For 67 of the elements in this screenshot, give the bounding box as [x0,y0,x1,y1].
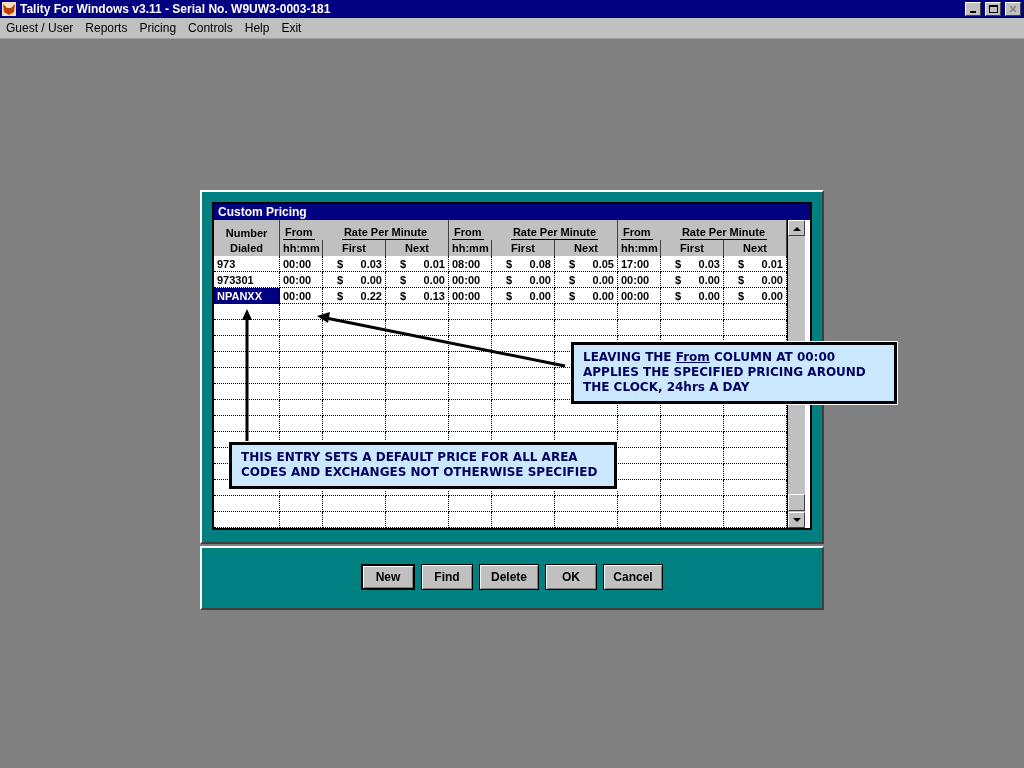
table-cell: 00:00 [618,288,661,304]
minimize-button[interactable] [965,2,981,16]
table-cell: $ 0.00 [724,288,787,304]
menu-item[interactable]: Reports [85,21,128,35]
menu-item[interactable]: Help [244,21,270,35]
dialog-button[interactable]: Find [421,564,473,590]
column-header: First [342,241,366,255]
table-cell: 00:00 [449,272,492,288]
table-cell: $ 0.01 [724,256,787,272]
table-cell: 08:00 [449,256,492,272]
table-cell: 00:00 [280,256,323,272]
table-cell: $ 0.05 [555,256,618,272]
table-cell: $ 0.00 [323,272,386,288]
table-cell: $ 0.03 [661,256,724,272]
dialog-button[interactable]: OK [545,564,597,590]
table-cell: 00:00 [280,288,323,304]
menu-item[interactable]: Guest / User [6,21,74,35]
table-cell: $ 0.13 [386,288,449,304]
menu-item[interactable]: Controls [188,21,233,35]
table-cell: 00:00 [280,272,323,288]
callout-text: LEAVING THE From COLUMN AT 00:00 APPLIES THE SPECIFIED PRICING AROUND THE CLOCK, 24hrs A DAY [583,350,867,395]
column-header: Dialed [230,241,263,255]
table-cell: $ 0.03 [323,256,386,272]
table-cell: $ 0.00 [724,272,787,288]
table-cell: 00:00 [449,288,492,304]
close-button[interactable] [1005,2,1021,16]
grid-title: Custom Pricing [214,204,810,220]
column-header: hh:mm [452,241,489,255]
table-cell: $ 0.22 [323,288,386,304]
table-cell: $ 0.01 [386,256,449,272]
table-cell: $ 0.08 [492,256,555,272]
table-cell: 00:00 [618,272,661,288]
maximize-icon [988,5,998,13]
callout-text: THIS ENTRY SETS A DEFAULT PRICE FOR ALL AREA CODES AND EXCHANGES NOT OTHERWISE SPECIFIED [241,450,599,480]
table-cell: 17:00 [618,256,661,272]
menu-item[interactable]: Pricing [139,21,177,35]
column-header: First [511,241,535,255]
window-title: Tality For Windows v3.11 - Serial No. W9UW3-0003-181 [20,2,332,16]
column-header: First [680,241,704,255]
column-header: Number [225,227,268,240]
table-cell[interactable]: 973 [214,256,280,272]
table-cell: $ 0.00 [386,272,449,288]
table-cell[interactable]: NPANXX [214,288,280,304]
table-cell: $ 0.00 [661,272,724,288]
up-triangle-icon [792,225,801,231]
table-cell: $ 0.00 [492,272,555,288]
column-header: Next [405,241,429,255]
dialog-button[interactable]: Cancel [603,564,663,590]
table-cell: $ 0.00 [555,288,618,304]
table-cell: $ 0.00 [661,288,724,304]
column-header: Next [743,241,767,255]
close-icon [1009,5,1017,13]
column-header: hh:mm [283,241,320,255]
down-triangle-icon [792,517,801,523]
dialog-button[interactable]: New [361,564,415,590]
fox-logo-icon [2,2,16,16]
column-header: hh:mm [621,241,658,255]
table-cell[interactable]: 973301 [214,272,280,288]
scroll-thumb[interactable] [788,494,805,511]
table-cell: $ 0.00 [492,288,555,304]
column-header: Next [574,241,598,255]
table-cell: $ 0.00 [555,272,618,288]
menu-item[interactable]: Exit [281,21,302,35]
dialog-button[interactable]: Delete [479,564,539,590]
scroll-up-button[interactable] [788,220,805,236]
scroll-down-button[interactable] [788,512,805,528]
maximize-button[interactable] [985,2,1001,16]
